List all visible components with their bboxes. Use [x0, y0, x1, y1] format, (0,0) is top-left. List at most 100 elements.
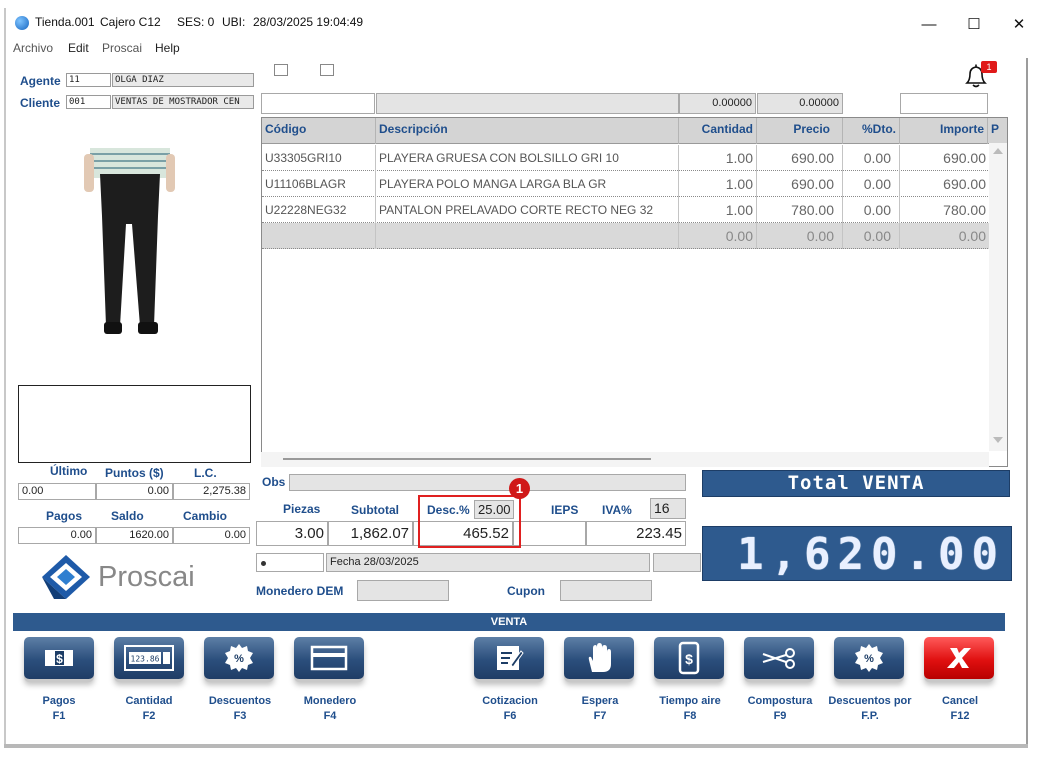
venta-section-bar: VENTA	[13, 613, 1005, 631]
obs-label: Obs	[262, 475, 286, 489]
table-row[interactable]: U33305GRI10 PLAYERA GRUESA CON BOLSILLO …	[262, 145, 990, 171]
col-dto[interactable]: %Dto.	[843, 118, 900, 144]
tiempo-aire-button[interactable]: $	[654, 637, 724, 683]
phone-credit-icon: $	[678, 641, 700, 675]
pagos-button-label[interactable]: Pagos F1	[13, 694, 105, 724]
window-border-bottom	[4, 744, 1028, 748]
agente-label: Agente	[20, 74, 61, 88]
menu-archivo[interactable]: Archivo	[13, 41, 53, 55]
cupon-field[interactable]	[560, 580, 652, 601]
wallet-card-icon	[310, 645, 348, 671]
scroll-up-arrow-icon[interactable]	[993, 148, 1003, 154]
menu-edit[interactable]: Edit	[68, 41, 89, 55]
piezas-value: 3.00	[256, 521, 328, 546]
cancel-button-label[interactable]: Cancel F12	[914, 694, 1006, 724]
descuentos-button[interactable]: %	[204, 637, 274, 683]
button-label-text: Descuentos por	[828, 695, 912, 707]
button-label-text: Cancel	[941, 695, 979, 707]
piezas-label: Piezas	[283, 502, 321, 516]
code-entry-input[interactable]	[261, 93, 375, 114]
session-indicator: SES: 0	[177, 15, 215, 29]
table-row[interactable]: U22228NEG32 PANTALON PRELAVADO CORTE REC…	[262, 197, 990, 223]
cantidad-button[interactable]: 123.86	[114, 637, 184, 683]
menu-help[interactable]: Help	[155, 41, 180, 55]
compostura-button[interactable]	[744, 637, 814, 683]
shortcut-key-text: F4	[323, 710, 337, 722]
sales-grid: Código Descripción Cantidad Precio %Dto.…	[261, 117, 1008, 467]
cliente-code-field[interactable]: 001	[66, 95, 111, 109]
col-precio[interactable]: Precio	[757, 118, 843, 144]
button-label-text: Monedero	[303, 695, 357, 707]
brand-name: Proscai	[98, 561, 195, 593]
col-codigo[interactable]: Código	[262, 118, 376, 144]
jeans-model-illustration	[84, 148, 175, 334]
col-p[interactable]: P	[988, 118, 1007, 144]
calculator-icon: 123.86	[124, 645, 174, 671]
minimize-button[interactable]: —	[907, 12, 951, 36]
menu-proscai[interactable]: Proscai	[102, 41, 142, 55]
grid-vertical-scrollbar[interactable]	[989, 143, 1007, 451]
descuentos-button-label[interactable]: Descuentos F3	[194, 694, 286, 724]
table-row-new[interactable]: 0.00 0.00 0.00 0.00	[262, 223, 990, 249]
iva-amount-value: 223.45	[586, 521, 686, 546]
monedero-button[interactable]	[294, 637, 364, 683]
dollar-bill-icon: $	[45, 650, 73, 666]
hand-stop-icon	[588, 643, 611, 672]
cell-importe: 780.00	[900, 197, 990, 223]
compostura-button-label[interactable]: Compostura F9	[734, 694, 826, 724]
percent-badge-icon: %	[855, 644, 883, 672]
obs-field[interactable]	[289, 474, 686, 491]
cell-codigo: U22228NEG32	[262, 197, 376, 223]
cancel-x-icon	[947, 648, 971, 668]
cell-importe: 690.00	[900, 171, 990, 197]
espera-button[interactable]	[564, 637, 634, 683]
status-dot-icon	[261, 561, 266, 566]
cliente-label: Cliente	[20, 96, 61, 110]
cell-descripcion: PLAYERA GRUESA CON BOLSILLO GRI 10	[376, 145, 679, 171]
pagos-button[interactable]: $	[24, 637, 94, 683]
notifications-button[interactable]: 1	[961, 61, 997, 92]
espera-button-label[interactable]: Espera F7	[554, 694, 646, 724]
grid-horizontal-scrollbar[interactable]	[261, 452, 989, 467]
cell-cantidad: 0.00	[679, 223, 757, 249]
cell-codigo	[262, 223, 376, 249]
svg-text:$: $	[56, 652, 63, 666]
tiempo-aire-button-label[interactable]: Tiempo aire F8	[644, 694, 736, 724]
notification-count-badge: 1	[981, 61, 997, 73]
table-row[interactable]: U11106BLAGR PLAYERA POLO MANGA LARGA BLA…	[262, 171, 990, 197]
scroll-thumb[interactable]	[283, 458, 651, 460]
highlight-callout-box	[418, 495, 521, 548]
close-button[interactable]: ✕	[997, 12, 1041, 36]
svg-text:%: %	[864, 653, 874, 665]
cancel-button[interactable]	[924, 637, 994, 683]
pagos-value: 0.00	[18, 527, 96, 544]
svg-text:$: $	[685, 651, 693, 667]
cell-precio: 690.00	[757, 145, 843, 171]
col-descripcion[interactable]: Descripción	[376, 118, 679, 144]
monedero-dem-field[interactable]	[357, 580, 449, 601]
cantidad-button-label[interactable]: Cantidad F2	[103, 694, 195, 724]
app-globe-icon	[15, 16, 29, 30]
entry-extra-field[interactable]	[900, 93, 988, 114]
option-checkbox-1[interactable]	[274, 64, 288, 76]
cotizacion-button-label[interactable]: Cotizacion F6	[464, 694, 556, 724]
scroll-down-arrow-icon[interactable]	[993, 437, 1003, 443]
monedero-button-label[interactable]: Monedero F4	[284, 694, 376, 724]
col-importe[interactable]: Importe	[900, 118, 988, 144]
descuentos-fp-button[interactable]: %	[834, 637, 904, 683]
descuentos-fp-button-label[interactable]: Descuentos por F.P.	[824, 694, 916, 724]
cell-cantidad: 1.00	[679, 145, 757, 171]
iva-pct-field[interactable]: 16	[650, 498, 686, 519]
menu-bar: Archivo Edit Proscai Help	[6, 38, 1028, 58]
cell-dto: 0.00	[843, 171, 900, 197]
ultimo-value: 0.00	[18, 483, 96, 500]
option-checkbox-2[interactable]	[320, 64, 334, 76]
agente-code-field[interactable]: 11	[66, 73, 111, 87]
cell-codigo: U11106BLAGR	[262, 171, 376, 197]
cotizacion-button[interactable]	[474, 637, 544, 683]
monedero-dem-label: Monedero DEM	[256, 584, 344, 598]
ubi-label: UBI:	[222, 15, 246, 29]
col-cantidad[interactable]: Cantidad	[679, 118, 757, 144]
maximize-button[interactable]: ☐	[952, 12, 996, 36]
lc-value: 2,275.38	[173, 483, 250, 500]
